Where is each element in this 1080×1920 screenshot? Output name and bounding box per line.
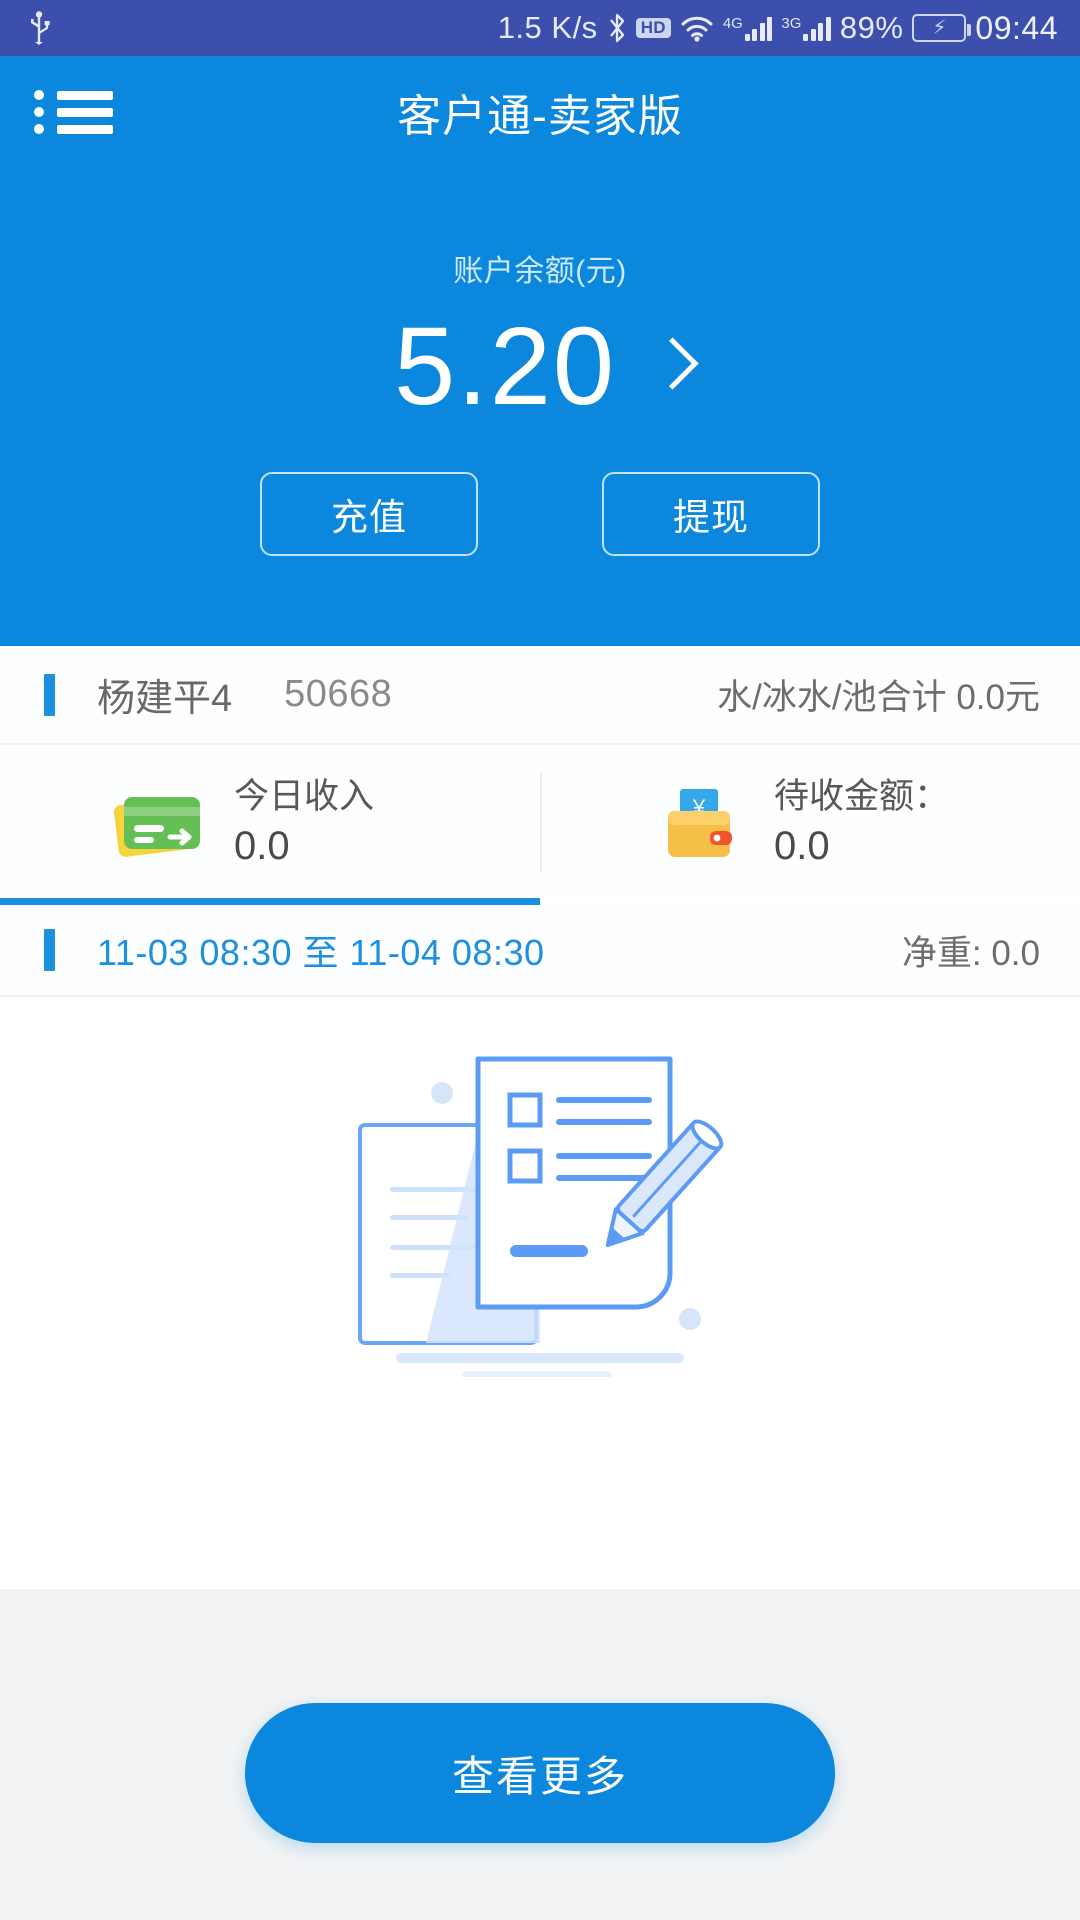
status-bar-left [26,11,52,45]
empty-state [0,997,1080,1589]
sim2-network-label: 3G [781,15,802,32]
network-speed-text: 1.5 K/s [497,10,598,45]
chevron-right-icon[interactable] [652,337,686,397]
menu-row [34,90,113,100]
account-name: 杨建平4 [97,678,233,720]
status-bar-right: 1.5 K/s HD 4G 3G 89% ⚡ 09:44 [498,10,1058,47]
stat-cards: 今日收入 0.0 ¥ 待收金额： 0.0 [0,747,1080,900]
account-summary: 水/冰水/池合计 0.0元 [717,678,1040,717]
menu-line [57,90,113,100]
account-row[interactable]: 杨建平4 50668 水/冰水/池合计 0.0元 [0,646,1080,745]
balance-amount-row[interactable]: 5.20 [394,312,686,422]
stat-value: 0.0 [774,824,830,869]
battery-percent-text: 89% [839,10,904,45]
row-marker [44,929,55,971]
hd-badge: HD [635,17,671,39]
green-card-icon [113,796,200,857]
menu-row [34,107,113,117]
footer: 查看更多 [0,1589,1080,1920]
stat-text-block: 待收金额： 0.0 [774,775,949,873]
hero-actions: 充值 提现 [0,472,1080,556]
date-range-row[interactable]: 11-03 08:30 至 11-04 08:30 净重: 0.0 [0,905,1080,997]
date-range-text: 11-03 08:30 至 11-04 08:30 [97,932,545,973]
sim1-network-label: 4G [722,15,743,32]
stat-card-today-income[interactable]: 今日收入 0.0 [0,747,540,900]
menu-line [57,107,113,117]
status-bar-clock: 09:44 [975,9,1058,46]
signal-sim2: 3G [781,15,831,41]
recharge-button[interactable]: 充值 [260,472,478,556]
bluetooth-icon [609,13,624,43]
stat-label: 今日收入 [234,776,375,816]
document-checklist-pencil-illustration [358,1056,724,1377]
yellow-wallet-icon: ¥ [668,788,732,857]
menu-dot [34,107,44,117]
list-menu-icon[interactable] [34,78,126,146]
menu-dot [34,90,44,100]
wifi-icon [681,16,713,42]
menu-row [34,124,113,134]
stat-label: 待收金额： [774,776,950,816]
net-weight-text: 净重: 0.0 [901,933,1040,973]
app-bar: 客户通-卖家版 [0,56,1080,168]
balance-amount: 5.20 [393,305,617,428]
balance-hero: 账户余额(元) 5.20 充值 提现 [0,168,1080,646]
sim1-bars [744,15,773,41]
balance-label: 账户余额(元) [453,255,627,288]
withdraw-button[interactable]: 提现 [602,472,820,556]
stat-card-receivable[interactable]: ¥ 待收金额： 0.0 [540,747,1080,900]
stat-value: 0.0 [234,824,290,869]
menu-dot [34,124,44,134]
battery-charging-icon: ⚡ [912,14,972,42]
account-code: 50668 [284,673,393,715]
app-root: 1.5 K/s HD 4G 3G 89% ⚡ 09:44 客户通-卖家版 账户余… [0,0,1080,1920]
view-more-button[interactable]: 查看更多 [245,1703,835,1843]
stat-selected-indicator [0,898,540,905]
signal-sim1: 4G [723,15,773,41]
page-title: 客户通-卖家版 [397,92,683,141]
sim2-bars [803,15,831,41]
row-marker [44,673,55,716]
status-bar: 1.5 K/s HD 4G 3G 89% ⚡ 09:44 [0,0,1080,56]
menu-line [57,124,113,134]
stat-text-block: 今日收入 0.0 [234,775,374,873]
usb-icon [31,11,50,45]
